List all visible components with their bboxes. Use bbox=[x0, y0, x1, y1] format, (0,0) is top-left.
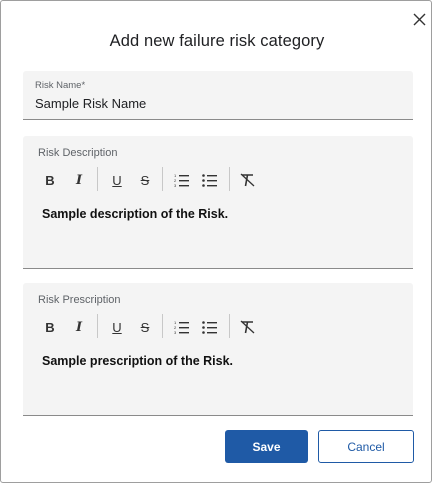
underline-button[interactable]: U bbox=[106, 316, 128, 338]
svg-text:3: 3 bbox=[174, 183, 177, 187]
ordered-list-button[interactable]: 1 2 3 bbox=[171, 169, 193, 191]
underline-button[interactable]: U bbox=[106, 169, 128, 191]
clear-format-button[interactable] bbox=[237, 316, 259, 338]
toolbar-divider bbox=[229, 167, 230, 191]
bullet-list-icon bbox=[202, 174, 217, 187]
strikethrough-icon: S bbox=[140, 319, 150, 335]
risk-prescription-content[interactable]: Sample prescription of the Risk. bbox=[42, 354, 233, 368]
bold-button[interactable]: B bbox=[39, 316, 61, 338]
add-risk-category-dialog: Add new failure risk category Risk Name*… bbox=[0, 0, 432, 483]
risk-name-label: Risk Name* bbox=[35, 80, 86, 91]
bold-button[interactable]: B bbox=[39, 169, 61, 191]
bullet-list-button[interactable] bbox=[199, 169, 221, 191]
clear-format-icon bbox=[240, 320, 255, 334]
description-toolbar: B I U S 1 2 3 bbox=[37, 167, 277, 191]
underline-icon: U bbox=[112, 172, 122, 188]
ordered-list-icon: 1 2 3 bbox=[174, 320, 189, 334]
ordered-list-button[interactable]: 1 2 3 bbox=[171, 316, 193, 338]
strikethrough-button[interactable]: S bbox=[134, 169, 156, 191]
bullet-list-button[interactable] bbox=[199, 316, 221, 338]
save-button[interactable]: Save bbox=[225, 430, 308, 463]
bullet-list-icon bbox=[202, 321, 217, 334]
risk-description-editor[interactable]: Risk Description B I U S 1 2 3 Sample de… bbox=[23, 136, 413, 269]
toolbar-divider bbox=[162, 314, 163, 338]
clear-format-icon bbox=[240, 173, 255, 187]
dialog-title: Add new failure risk category bbox=[109, 32, 325, 50]
svg-text:3: 3 bbox=[174, 330, 177, 334]
strikethrough-icon: S bbox=[140, 172, 150, 188]
risk-description-content[interactable]: Sample description of the Risk. bbox=[42, 207, 228, 221]
toolbar-divider bbox=[229, 314, 230, 338]
toolbar-divider bbox=[97, 167, 98, 191]
toolbar-divider bbox=[162, 167, 163, 191]
bold-icon: B bbox=[45, 172, 55, 188]
risk-name-input[interactable]: Sample Risk Name bbox=[35, 96, 146, 111]
close-icon bbox=[413, 13, 425, 25]
italic-button[interactable]: I bbox=[68, 316, 90, 338]
strikethrough-button[interactable]: S bbox=[134, 316, 156, 338]
close-button[interactable] bbox=[409, 9, 429, 29]
risk-description-label: Risk Description bbox=[38, 147, 118, 159]
clear-format-button[interactable] bbox=[237, 169, 259, 191]
underline-icon: U bbox=[112, 319, 122, 335]
toolbar-divider bbox=[97, 314, 98, 338]
ordered-list-icon: 1 2 3 bbox=[174, 173, 189, 187]
cancel-button[interactable]: Cancel bbox=[318, 430, 414, 463]
risk-prescription-editor[interactable]: Risk Prescription B I U S 1 2 3 Sample p… bbox=[23, 283, 413, 416]
italic-icon: I bbox=[75, 319, 83, 335]
risk-name-field[interactable]: Risk Name* Sample Risk Name bbox=[23, 71, 413, 120]
prescription-toolbar: B I U S 1 2 3 bbox=[37, 314, 277, 338]
italic-icon: I bbox=[75, 172, 83, 188]
bold-icon: B bbox=[45, 319, 55, 335]
risk-prescription-label: Risk Prescription bbox=[38, 294, 121, 306]
italic-button[interactable]: I bbox=[68, 169, 90, 191]
